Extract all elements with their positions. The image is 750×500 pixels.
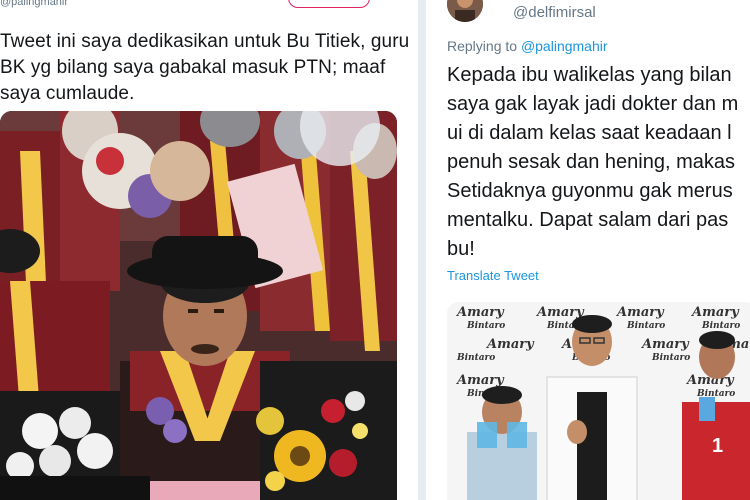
avatar[interactable]: [447, 0, 483, 22]
right-tweet-line: ui di dalam kelas saat keadaan l: [447, 122, 732, 144]
right-tweet-line: penuh sesak dan hening, makas: [447, 151, 735, 173]
right-tweet-handle[interactable]: @delfimirsal: [513, 4, 596, 21]
svg-text:Bintaro: Bintaro: [466, 321, 505, 331]
svg-text:Bintaro: Bintaro: [651, 353, 690, 363]
svg-text:Amary: Amary: [455, 373, 505, 388]
clinic-photo-illustration: Amary Amary Amary Amary Bintaro Bintaro …: [447, 302, 750, 500]
translate-tweet-link[interactable]: Translate Tweet: [447, 268, 539, 283]
right-tweet-text: Kepada ibu walikelas yang bilan saya gak…: [447, 61, 750, 264]
replying-prefix: Replying to: [447, 38, 518, 54]
right-tweet-line: saya gak layak jadi dokter dan m: [447, 93, 739, 115]
right-tweet-line: Kepada ibu walikelas yang bilan: [447, 64, 732, 86]
graduation-photo-illustration: [0, 111, 397, 500]
svg-text:Amary: Amary: [535, 305, 585, 320]
right-tweet-line: Setidaknya guyonmu gak merus: [447, 180, 733, 202]
svg-text:Amary: Amary: [615, 305, 665, 320]
clinic-photo[interactable]: Amary Amary Amary Amary Bintaro Bintaro …: [447, 302, 750, 500]
svg-text:Amary: Amary: [485, 337, 535, 352]
svg-text:Amary: Amary: [640, 337, 690, 352]
svg-text:Amary: Amary: [455, 305, 505, 320]
right-tweet: @delfimirsal Replying to @palingmahir Ke…: [426, 0, 750, 500]
right-tweet-line: bu!: [447, 238, 475, 260]
svg-text:Bintaro: Bintaro: [456, 353, 495, 363]
avatar-image: [447, 0, 483, 22]
replying-to: Replying to @palingmahir: [447, 38, 608, 54]
replying-to-link[interactable]: @palingmahir: [521, 38, 608, 54]
svg-text:Amary: Amary: [690, 305, 740, 320]
follow-button[interactable]: [288, 0, 370, 8]
left-tweet-handle[interactable]: @palingmahir: [0, 0, 68, 8]
graduation-photo[interactable]: [0, 111, 397, 500]
left-tweet-text: Tweet ini saya dedikasikan untuk Bu Titi…: [0, 31, 410, 104]
right-tweet-line: mentalku. Dapat salam dari pas: [447, 209, 729, 231]
svg-text:Bintaro: Bintaro: [626, 321, 665, 331]
left-tweet: @palingmahir Tweet ini saya dedikasikan …: [0, 0, 418, 500]
svg-text:Bintaro: Bintaro: [701, 321, 740, 331]
column-divider: [418, 0, 426, 500]
svg-text:1: 1: [712, 435, 723, 457]
